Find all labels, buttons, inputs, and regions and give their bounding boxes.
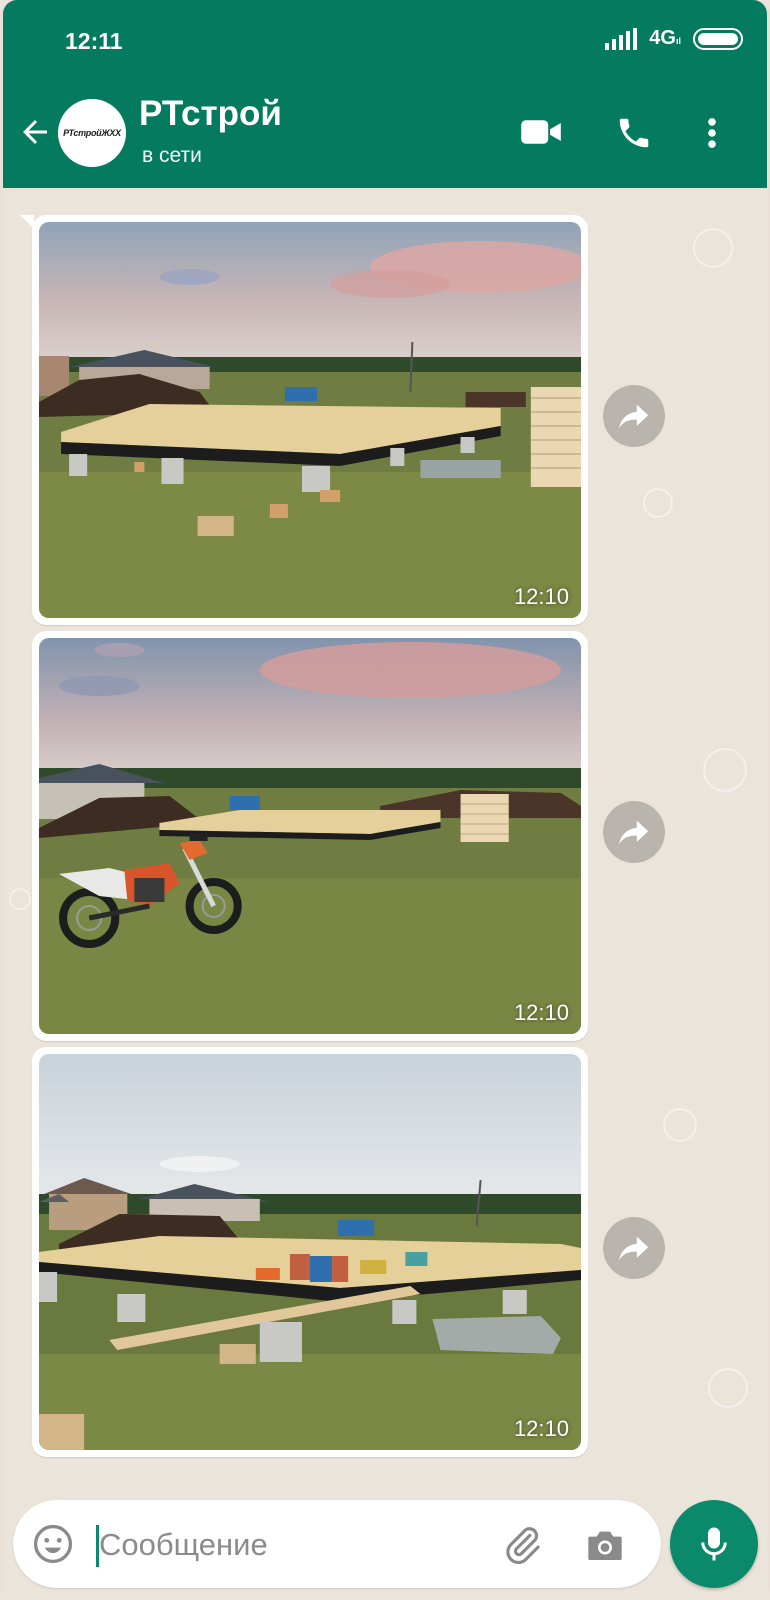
- wallpaper-doodle: [703, 748, 747, 792]
- video-camera-icon[interactable]: [519, 114, 563, 155]
- chat-status: в сети: [142, 144, 202, 167]
- message-time: 12:10: [472, 1408, 581, 1450]
- chat-title[interactable]: РТстрой: [139, 94, 282, 134]
- message-time: 12:10: [472, 992, 581, 1034]
- more-vert-icon[interactable]: [703, 114, 721, 157]
- emoji-icon[interactable]: [31, 1522, 75, 1571]
- wallpaper-doodle: [693, 228, 733, 268]
- photo-motorcycle[interactable]: 12:10: [39, 638, 581, 1034]
- message-input-container[interactable]: Сообщение: [13, 1500, 661, 1588]
- wallpaper-doodle: [708, 1368, 748, 1408]
- message-time: 12:10: [472, 576, 581, 618]
- photo-floor-platform[interactable]: 12:10: [39, 222, 581, 618]
- forward-icon[interactable]: [603, 1217, 665, 1279]
- wallpaper-doodle: [663, 1108, 697, 1142]
- back-arrow-icon[interactable]: [17, 114, 53, 155]
- battery-icon: [693, 27, 743, 50]
- avatar-logo-text: РТстройЖХХ: [63, 128, 121, 138]
- avatar[interactable]: РТстройЖХХ: [58, 99, 126, 167]
- wallpaper-doodle: [9, 888, 31, 910]
- microphone-icon[interactable]: [670, 1500, 758, 1588]
- photo-message[interactable]: 12:10: [20, 215, 588, 625]
- chat-area[interactable]: 12:10 12:10 12:10: [3, 188, 767, 1490]
- status-time: 12:11: [65, 28, 123, 54]
- signal-icon: [605, 27, 638, 50]
- message-input[interactable]: Сообщение: [99, 1527, 268, 1563]
- forward-icon[interactable]: [603, 385, 665, 447]
- phone-icon[interactable]: [615, 114, 653, 157]
- camera-icon[interactable]: [585, 1526, 625, 1569]
- phone-screen: 12:11 4Gıl РТстройЖХХ РТстрой в сети 12:…: [0, 0, 770, 1600]
- forward-icon[interactable]: [603, 801, 665, 863]
- photo-message[interactable]: 12:10: [32, 1047, 588, 1457]
- photo-platform-tools[interactable]: 12:10: [39, 1054, 581, 1450]
- status-indicators: 4Gıl: [605, 27, 743, 50]
- paperclip-icon[interactable]: [501, 1524, 543, 1571]
- photo-message[interactable]: 12:10: [32, 631, 588, 1041]
- wallpaper-doodle: [643, 488, 673, 518]
- network-type: 4Gıl: [649, 27, 681, 49]
- chat-header: 12:11 4Gıl РТстройЖХХ РТстрой в сети: [3, 0, 767, 188]
- composer-bar: Сообщение: [3, 1490, 767, 1600]
